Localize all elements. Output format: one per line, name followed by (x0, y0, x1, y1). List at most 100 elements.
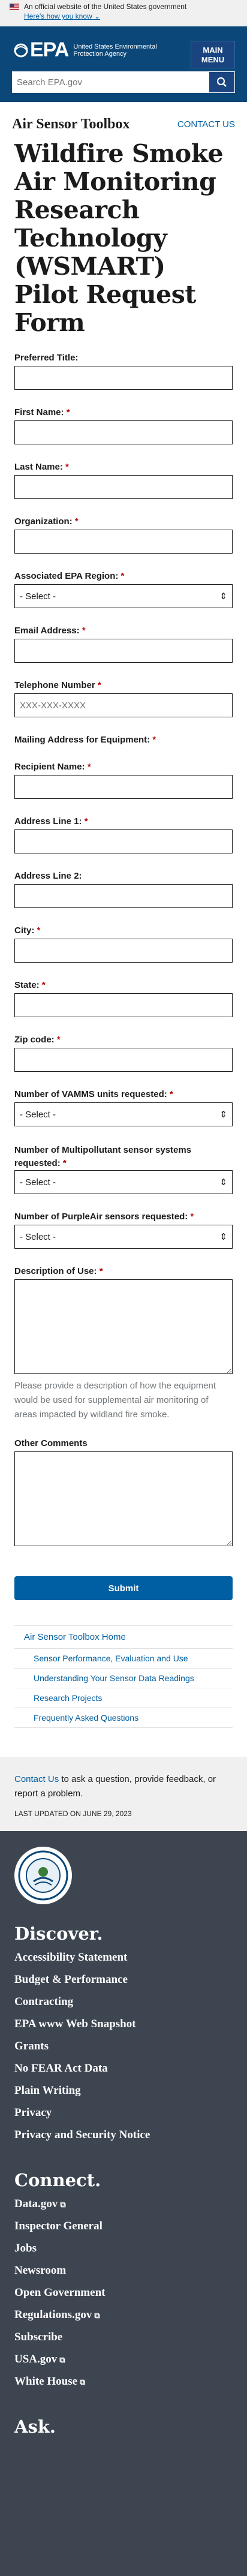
footer-link-inspector-general[interactable]: Inspector General (14, 2220, 233, 2242)
other-comments-label: Other Comments (14, 1438, 88, 1448)
footer-link-contracting[interactable]: Contracting (14, 1995, 233, 2018)
sidenav-item-understanding-data[interactable]: Understanding Your Sensor Data Readings (14, 1669, 233, 1688)
mailing-address-label: Mailing Address for Equipment: * (14, 735, 156, 745)
state-input[interactable] (14, 993, 233, 1017)
gov-banner: An official website of the United States… (0, 0, 247, 26)
footer-link-regulations-gov[interactable]: Regulations.gov ⧉ (14, 2309, 233, 2331)
sidenav-item-faq[interactable]: Frequently Asked Questions (14, 1708, 233, 1728)
preferred-title-input[interactable] (14, 366, 233, 390)
epa-logo[interactable]: EPA United States Environmental Protecti… (12, 38, 169, 62)
epa-region-select[interactable]: - Select - ⇕ (14, 584, 233, 608)
chevron-updown-icon: ⇕ (219, 1177, 227, 1188)
submit-button[interactable]: Submit (14, 1576, 233, 1600)
external-link-icon: ⧉ (80, 2377, 86, 2386)
search-input[interactable] (12, 71, 209, 93)
main-menu-button[interactable]: MAIN MENU (191, 41, 235, 68)
city-label: City: * (14, 925, 41, 936)
chevron-down-icon: ⌄ (94, 12, 101, 20)
site-footer: Discover. Accessibility Statement Budget… (0, 1831, 247, 2576)
zip-code-label: Zip code: * (14, 1035, 61, 1045)
heres-how-you-know-link[interactable]: Here's how you know ⌄ (24, 12, 237, 20)
address-line-1-label: Address Line 1: * (14, 816, 88, 826)
chevron-updown-icon: ⇕ (219, 1232, 227, 1242)
recipient-name-label: Recipient Name: * (14, 762, 91, 772)
footer-link-subscribe[interactable]: Subscribe (14, 2331, 233, 2353)
sidenav-item-home[interactable]: Air Sensor Toolbox Home (14, 1626, 233, 1649)
site-header: EPA United States Environmental Protecti… (0, 26, 247, 102)
gov-banner-text: An official website of the United States… (24, 2, 187, 11)
address-line-2-input[interactable] (14, 884, 233, 908)
contact-box: Contact Us to ask a question, provide fe… (0, 1757, 247, 1831)
footer-link-usa-gov[interactable]: USA.gov ⧉ (14, 2353, 233, 2375)
vamms-label: Number of VAMMS units requested: * (14, 1089, 173, 1099)
footer-link-privacy[interactable]: Privacy (14, 2106, 233, 2129)
footer-link-grants[interactable]: Grants (14, 2040, 233, 2062)
epa-flower-icon (14, 43, 28, 57)
epa-agency-name: United States Environmental Protection A… (73, 43, 157, 58)
contact-text: Contact Us to ask a question, provide fe… (14, 1774, 216, 1799)
email-label: Email Address: * (14, 626, 86, 636)
chevron-updown-icon: ⇕ (219, 1110, 227, 1120)
telephone-input[interactable] (14, 693, 233, 717)
section-title[interactable]: Air Sensor Toolbox (12, 116, 130, 133)
address-line-1-input[interactable] (14, 829, 233, 853)
footer-link-white-house[interactable]: White House ⧉ (14, 2375, 233, 2397)
chevron-updown-icon: ⇕ (219, 591, 227, 602)
side-navigation: Air Sensor Toolbox Home Sensor Performan… (14, 1625, 233, 1728)
contact-us-inline-link[interactable]: Contact Us (14, 1774, 59, 1784)
recipient-name-input[interactable] (14, 775, 233, 799)
search-bar (12, 71, 235, 93)
footer-link-budget[interactable]: Budget & Performance (14, 1973, 233, 1995)
epa-mark: EPA (30, 38, 69, 61)
first-name-label: First Name: * (14, 407, 70, 417)
search-button[interactable] (209, 71, 235, 93)
email-input[interactable] (14, 639, 233, 663)
address-line-2-label: Address Line 2: (14, 871, 82, 881)
last-name-input[interactable] (14, 475, 233, 499)
last-name-label: Last Name: * (14, 462, 69, 472)
search-icon (216, 77, 227, 87)
description-label: Description of Use: * (14, 1266, 103, 1276)
epa-seal-icon[interactable] (14, 1847, 72, 1904)
footer-link-accessibility[interactable]: Accessibility Statement (14, 1951, 233, 1973)
organization-input[interactable] (14, 530, 233, 554)
purpleair-label: Number of PurpleAir sensors requested: * (14, 1212, 194, 1222)
first-name-input[interactable] (14, 420, 233, 444)
epa-region-label: Associated EPA Region: * (14, 571, 125, 581)
footer-link-privacy-security[interactable]: Privacy and Security Notice (14, 2129, 233, 2151)
footer-link-newsroom[interactable]: Newsroom (14, 2264, 233, 2286)
breadcrumb: Air Sensor Toolbox CONTACT US (0, 102, 247, 139)
vamms-select[interactable]: - Select - ⇕ (14, 1102, 233, 1126)
request-form: Preferred Title: First Name: * Last Name… (0, 337, 247, 1600)
footer-discover-heading: Discover. (14, 1923, 103, 1944)
sidenav-item-research-projects[interactable]: Research Projects (14, 1688, 233, 1708)
description-textarea[interactable] (14, 1279, 233, 1374)
other-comments-textarea[interactable] (14, 1451, 233, 1546)
telephone-label: Telephone Number * (14, 680, 101, 690)
footer-link-jobs[interactable]: Jobs (14, 2242, 233, 2264)
city-input[interactable] (14, 939, 233, 963)
zip-code-input[interactable] (14, 1048, 233, 1072)
footer-ask-heading: Ask. (14, 2416, 56, 2437)
page-title: Wildfire Smoke Air Monitoring Research T… (14, 139, 224, 337)
external-link-icon: ⧉ (60, 2200, 66, 2209)
us-flag-icon (10, 3, 19, 10)
footer-link-plain-writing[interactable]: Plain Writing (14, 2084, 233, 2106)
description-help-text: Please provide a description of how the … (14, 1381, 216, 1420)
multipollutant-select[interactable]: - Select - ⇕ (14, 1170, 233, 1194)
organization-label: Organization: * (14, 516, 79, 527)
contact-us-link[interactable]: CONTACT US (177, 119, 235, 130)
state-label: State: * (14, 980, 46, 990)
footer-link-no-fear[interactable]: No FEAR Act Data (14, 2062, 233, 2084)
last-updated: LAST UPDATED ON JUNE 29, 2023 (14, 1809, 132, 1818)
purpleair-select[interactable]: - Select - ⇕ (14, 1225, 233, 1249)
footer-link-web-snapshot[interactable]: EPA www Web Snapshot (14, 2018, 233, 2040)
external-link-icon: ⧉ (59, 2355, 65, 2364)
sidenav-item-sensor-performance[interactable]: Sensor Performance, Evaluation and Use (14, 1649, 233, 1669)
multipollutant-label: Number of Multipollutant sensor systems … (14, 1145, 192, 1168)
footer-link-data-gov[interactable]: Data.gov ⧉ (14, 2198, 233, 2220)
external-link-icon: ⧉ (94, 2311, 100, 2320)
footer-link-open-government[interactable]: Open Government (14, 2286, 233, 2309)
preferred-title-label: Preferred Title: (14, 353, 79, 363)
footer-connect-heading: Connect. (14, 2170, 101, 2190)
